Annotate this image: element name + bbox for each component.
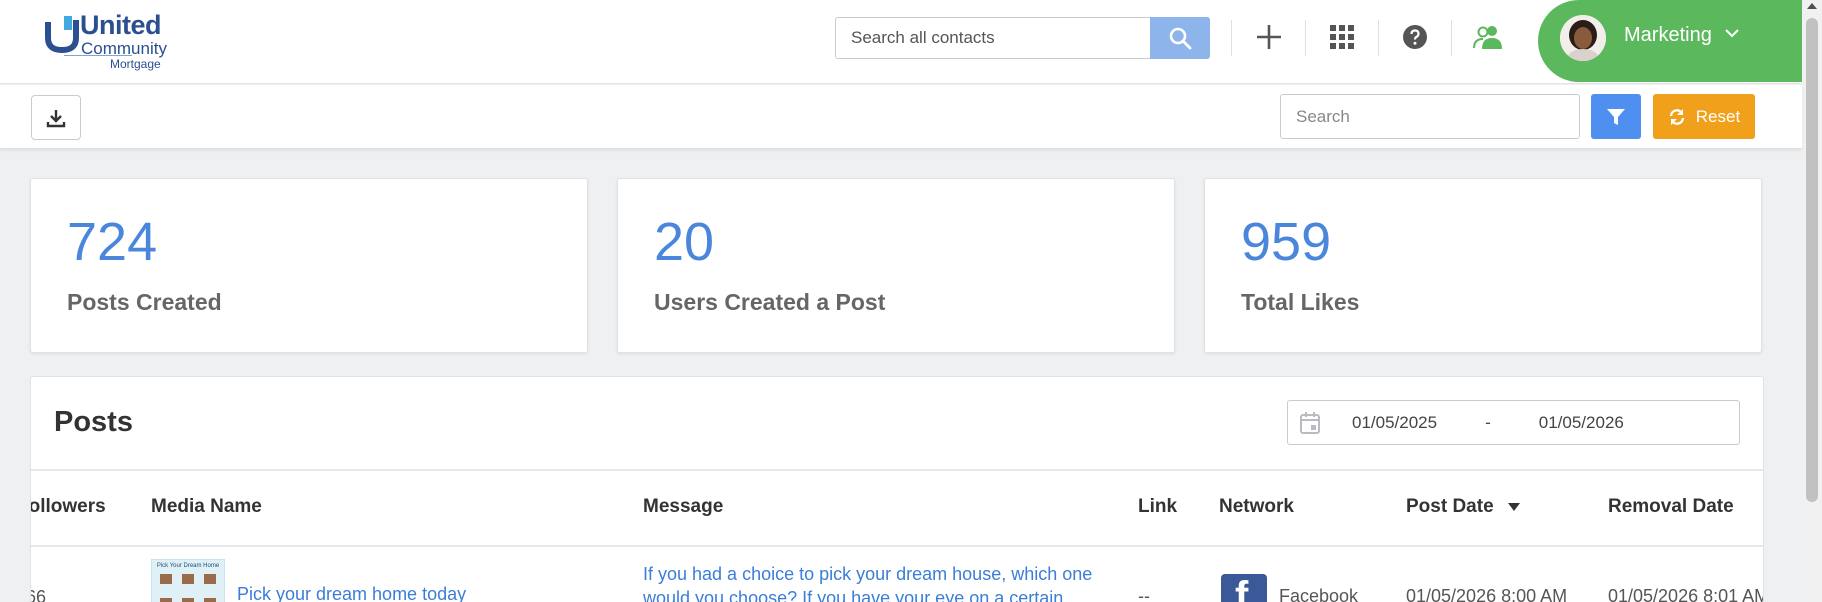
logo-mark-icon <box>45 16 79 54</box>
avatar-portrait-icon <box>1560 15 1606 61</box>
grid-icon <box>1330 25 1354 49</box>
message-link[interactable]: If you had a choice to pick your dream h… <box>643 562 1092 602</box>
filter-button[interactable] <box>1591 94 1641 139</box>
facebook-icon: f <box>1221 574 1267 602</box>
avatar <box>1560 15 1606 61</box>
column-header-post-date[interactable]: Post Date <box>1406 496 1521 518</box>
thumbnail-house-icon <box>182 574 194 584</box>
search-icon <box>1169 27 1192 50</box>
table-header-divider <box>31 545 1763 547</box>
add-button[interactable] <box>1252 20 1286 54</box>
cell-followers: 66 <box>31 587 47 602</box>
thumbnail-house-icon <box>204 574 216 584</box>
logo-united: United <box>80 10 161 40</box>
column-header-network[interactable]: Network <box>1219 496 1294 518</box>
logo-underline <box>64 55 132 56</box>
thumbnail-house-icon <box>160 574 172 584</box>
stat-card-total-likes: 959 Total Likes <box>1204 178 1762 353</box>
date-to[interactable]: 01/05/2026 <box>1539 413 1624 433</box>
top-header: United Community Mortgage Search all con… <box>0 0 1802 84</box>
cell-removal-date: 01/05/2026 8:01 AM <box>1608 586 1764 602</box>
column-header-link[interactable]: Link <box>1138 496 1177 518</box>
header-divider <box>1378 20 1379 56</box>
stat-value: 20 <box>654 212 715 272</box>
column-header-post-date-label: Post Date <box>1406 496 1494 517</box>
posts-search-input[interactable] <box>1280 94 1580 139</box>
scroll-thumb[interactable] <box>1806 18 1818 502</box>
posts-panel: Posts 01/05/2025 - 01/05/2026 Followers … <box>30 376 1764 602</box>
logo-mortgage: Mortgage <box>110 57 161 71</box>
contact-search <box>835 17 1210 59</box>
filter-icon <box>1607 108 1625 125</box>
message-line: If you had a choice to pick your dream h… <box>643 564 1093 584</box>
thumbnail-title: Pick Your Dream Home <box>156 563 220 569</box>
refresh-icon <box>1669 108 1684 125</box>
date-separator: - <box>1485 412 1491 432</box>
panel-divider <box>31 469 1763 471</box>
user-menu[interactable]: Marketing <box>1538 0 1802 82</box>
stat-label: Total Likes <box>1241 289 1360 315</box>
date-from[interactable]: 01/05/2025 <box>1352 413 1437 433</box>
column-header-followers[interactable]: Followers <box>31 496 106 518</box>
column-header-media-name[interactable]: Media Name <box>151 496 262 518</box>
header-divider <box>1305 20 1306 56</box>
contact-search-input[interactable] <box>836 18 1151 58</box>
reset-button[interactable]: Reset <box>1653 94 1755 139</box>
thumbnail-house-icon <box>160 598 172 602</box>
stat-label: Users Created a Post <box>654 289 886 315</box>
apps-button[interactable] <box>1325 20 1359 54</box>
company-logo[interactable]: United Community Mortgage <box>42 12 172 70</box>
stat-card-users-created-post: 20 Users Created a Post <box>617 178 1175 353</box>
download-button[interactable] <box>31 95 81 140</box>
stat-value: 959 <box>1241 212 1332 272</box>
thumbnail-house-icon <box>204 598 216 602</box>
calendar-icon <box>1300 411 1320 434</box>
users-icon <box>1473 26 1502 49</box>
logo-wordmark: United Community Mortgage <box>80 10 167 71</box>
contact-search-button[interactable] <box>1150 17 1210 59</box>
page-scrollbar[interactable] <box>1802 0 1822 602</box>
reset-label: Reset <box>1695 106 1741 126</box>
team-button[interactable] <box>1471 20 1505 54</box>
user-name: Marketing <box>1624 24 1712 46</box>
posts-title: Posts <box>54 406 133 438</box>
header-divider <box>1231 20 1232 56</box>
sort-desc-icon <box>1507 502 1520 511</box>
help-button[interactable] <box>1398 20 1432 54</box>
download-icon <box>46 109 66 127</box>
stat-label: Posts Created <box>67 289 222 315</box>
column-header-message[interactable]: Message <box>643 496 723 518</box>
media-name-link[interactable]: Pick your dream home today <box>237 584 466 602</box>
message-line: would you choose? If you have your eye o… <box>643 588 1064 602</box>
cell-link: -- <box>1138 586 1150 602</box>
column-header-removal-date[interactable]: Removal Date <box>1608 496 1734 518</box>
cell-post-date: 01/05/2026 8:00 AM <box>1406 586 1568 602</box>
header-divider <box>1451 20 1452 56</box>
help-icon <box>1403 25 1427 49</box>
stat-card-posts-created: 724 Posts Created <box>30 178 588 353</box>
stat-value: 724 <box>67 212 158 272</box>
scroll-up-arrow-icon[interactable] <box>1807 3 1817 9</box>
media-thumbnail[interactable]: Pick Your Dream Home <box>151 559 225 602</box>
filter-toolbar: Reset <box>0 85 1802 149</box>
chevron-down-icon <box>1725 29 1739 38</box>
plus-icon <box>1257 25 1281 49</box>
cell-network: Facebook <box>1279 586 1359 602</box>
thumbnail-house-icon <box>182 598 194 602</box>
date-range-picker[interactable]: 01/05/2025 - 01/05/2026 <box>1287 400 1740 445</box>
